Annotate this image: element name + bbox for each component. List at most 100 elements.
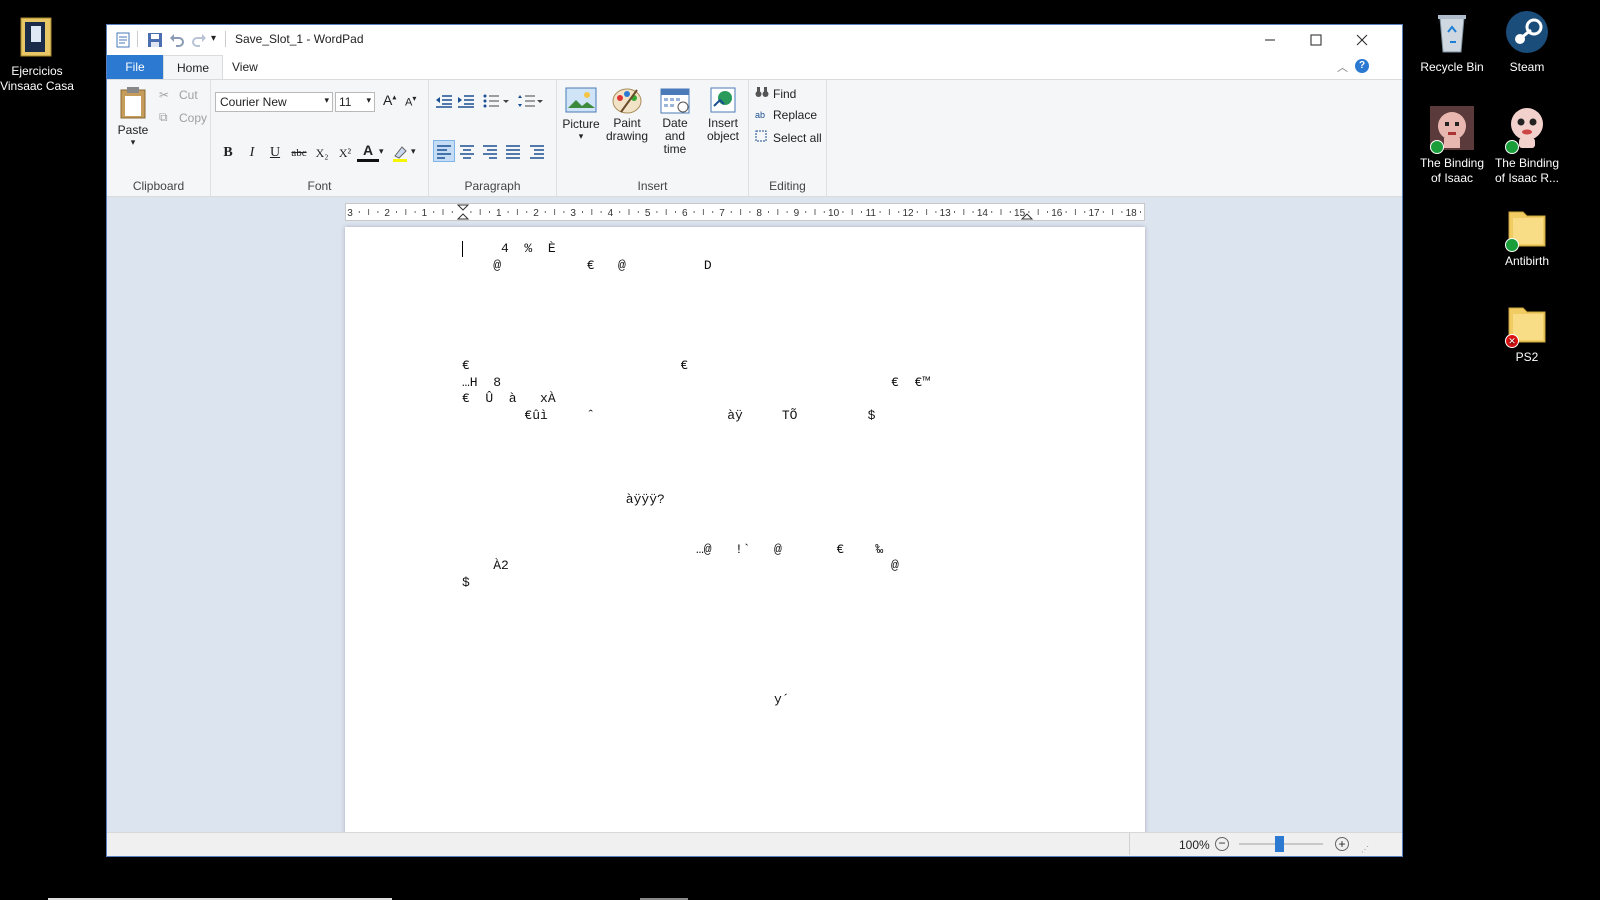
font-family-select[interactable]: Courier New ▾ — [215, 92, 333, 112]
paragraph-settings-icon[interactable] — [527, 141, 547, 164]
desktop-icon-ps2[interactable]: ✕ PS2 — [1482, 298, 1572, 365]
ruler-tick-label: 12 — [902, 208, 914, 219]
insert-object-label: Insert object — [706, 116, 740, 143]
paste-dropdown-icon[interactable]: ▾ — [115, 137, 151, 148]
shrink-font-icon[interactable]: A▾ — [405, 94, 416, 109]
recycle-bin-icon — [1428, 8, 1476, 56]
paint-drawing-button[interactable]: Paint drawing — [605, 86, 649, 143]
wordpad-app-icon[interactable] — [115, 32, 131, 51]
zoom-slider-thumb[interactable] — [1275, 836, 1284, 852]
document-workspace[interactable]: 3 2 1 1 2 3 4 5 6 7 8 9 10 11 12 13 14 15 16 17 18 4 % È @ € … — [107, 197, 1402, 835]
folder-icon: ✕ — [1503, 298, 1551, 348]
superscript-button[interactable]: X² — [334, 142, 356, 164]
save-icon[interactable] — [147, 32, 163, 51]
redo-icon[interactable] — [191, 32, 207, 51]
strikethrough-button[interactable]: abc — [288, 142, 310, 164]
document-line: € € — [462, 357, 689, 373]
minimize-button[interactable] — [1247, 25, 1293, 55]
bold-button[interactable]: B — [217, 142, 239, 164]
ruler-tick-label: 4 — [608, 208, 614, 219]
font-group: Courier New ▾ 11 ▾ A▴ A▾ B I U abc X₂ X²… — [211, 80, 429, 196]
customize-quick-access-icon[interactable]: ▾ — [211, 33, 216, 44]
maximize-button[interactable] — [1293, 25, 1339, 55]
line-spacing-icon[interactable] — [517, 94, 543, 111]
picture-icon — [561, 86, 601, 117]
align-left-button[interactable] — [433, 140, 455, 162]
desktop-icon-steam[interactable]: Steam — [1482, 8, 1572, 75]
ruler-tick-label: 1 — [496, 208, 502, 219]
ruler-tick-label: 16 — [1051, 208, 1063, 219]
grow-font-icon[interactable]: A▴ — [383, 92, 396, 108]
document-line: € Û à xÀ — [462, 391, 556, 407]
ruler-tick-label: 1 — [422, 208, 428, 219]
find-label: Find — [773, 86, 797, 101]
document-line: 4 % È — [462, 241, 556, 256]
window-title: Save_Slot_1 - WordPad — [235, 32, 364, 46]
document-line: y´ — [774, 691, 790, 707]
paint-palette-icon — [605, 86, 649, 117]
zoom-in-button[interactable]: + — [1335, 837, 1349, 851]
decrease-indent-icon[interactable] — [435, 94, 453, 111]
document-line: …H 8 € €™ — [462, 374, 931, 390]
ruler-tick-label: 3 — [570, 208, 576, 219]
select-all-label: Select all — [773, 130, 822, 145]
find-button[interactable]: Find — [755, 86, 796, 101]
help-icon[interactable]: ? — [1355, 59, 1369, 73]
select-all-button[interactable]: Select all — [755, 130, 822, 145]
folder-icon — [1503, 202, 1551, 252]
paste-button[interactable]: Paste ▾ — [115, 86, 151, 148]
sync-check-icon — [1505, 140, 1519, 154]
document-page[interactable]: 4 % È @ € @ D € € …H 8 € €™ € Û à xÀ €ûì ˆ à… — [345, 227, 1145, 835]
ruler-tick-label: 18 — [1126, 208, 1138, 219]
isaac-rebirth-icon — [1503, 104, 1551, 154]
chevron-down-icon[interactable]: ▾ — [379, 146, 384, 157]
insert-object-button[interactable]: Insert object — [701, 86, 745, 143]
font-group-label: Font — [307, 179, 332, 193]
increase-indent-icon[interactable] — [457, 94, 475, 111]
italic-button[interactable]: I — [241, 142, 263, 164]
paragraph-group-label: Paragraph — [464, 179, 521, 193]
folder-icon — [13, 12, 61, 60]
wordpad-window: ▾ Save_Slot_1 - WordPad File Home View ︿… — [106, 24, 1403, 857]
insert-group-label: Insert — [637, 179, 668, 193]
ruler[interactable]: 3 2 1 1 2 3 4 5 6 7 8 9 10 11 12 13 14 15 16 17 18 — [345, 203, 1160, 221]
desktop-icon-binding-of-isaac-rebirth[interactable]: The Binding of Isaac R... — [1482, 104, 1572, 186]
insert-object-icon — [701, 86, 745, 117]
ruler-tick-label: 13 — [940, 208, 952, 219]
close-button[interactable] — [1339, 25, 1385, 55]
highlight-icon[interactable] — [391, 144, 409, 165]
picture-button[interactable]: Picture ▾ — [561, 86, 601, 142]
tab-view[interactable]: View — [219, 55, 271, 79]
bullets-icon[interactable] — [483, 94, 509, 111]
resize-grip-icon[interactable]: ⋰ — [1361, 845, 1369, 854]
zoom-out-button[interactable]: − — [1215, 837, 1229, 851]
font-size-select[interactable]: 11 ▾ — [335, 92, 375, 112]
justify-button[interactable] — [503, 141, 523, 164]
align-right-button[interactable] — [480, 141, 500, 164]
cut-button[interactable]: ✂ Cut — [159, 88, 198, 102]
paste-icon — [115, 86, 151, 123]
chevron-down-icon: ▾ — [324, 95, 329, 105]
underline-button[interactable]: U — [264, 142, 286, 164]
chevron-down-icon[interactable]: ▾ — [411, 146, 416, 157]
date-time-button[interactable]: Date and time — [651, 86, 699, 156]
indent-marker[interactable] — [456, 204, 470, 220]
tab-home[interactable]: Home — [163, 55, 224, 80]
subscript-button[interactable]: X₂ — [311, 142, 333, 164]
desktop-icon-antibirth[interactable]: Antibirth — [1482, 202, 1572, 269]
text-color-button[interactable]: A — [357, 142, 379, 162]
document-line: €ûì ˆ àÿ TÕ $ — [524, 408, 876, 423]
picture-label: Picture — [562, 117, 600, 131]
align-center-button[interactable] — [457, 141, 477, 164]
tab-file[interactable]: File — [107, 55, 163, 79]
sync-check-icon — [1430, 140, 1444, 154]
undo-icon[interactable] — [169, 32, 185, 51]
chevron-down-icon: ▾ — [578, 131, 584, 141]
collapse-ribbon-icon[interactable]: ︿ — [1337, 59, 1348, 75]
desktop-icon-ejercicios[interactable]: Ejercicios Vinsaac Casa — [0, 12, 82, 94]
scissors-icon: ✂ — [159, 88, 170, 102]
replace-button[interactable]: ab Replace — [755, 108, 817, 122]
ruler-tick-label: 10 — [828, 208, 840, 219]
copy-button[interactable]: ⧉ Copy — [159, 110, 207, 125]
